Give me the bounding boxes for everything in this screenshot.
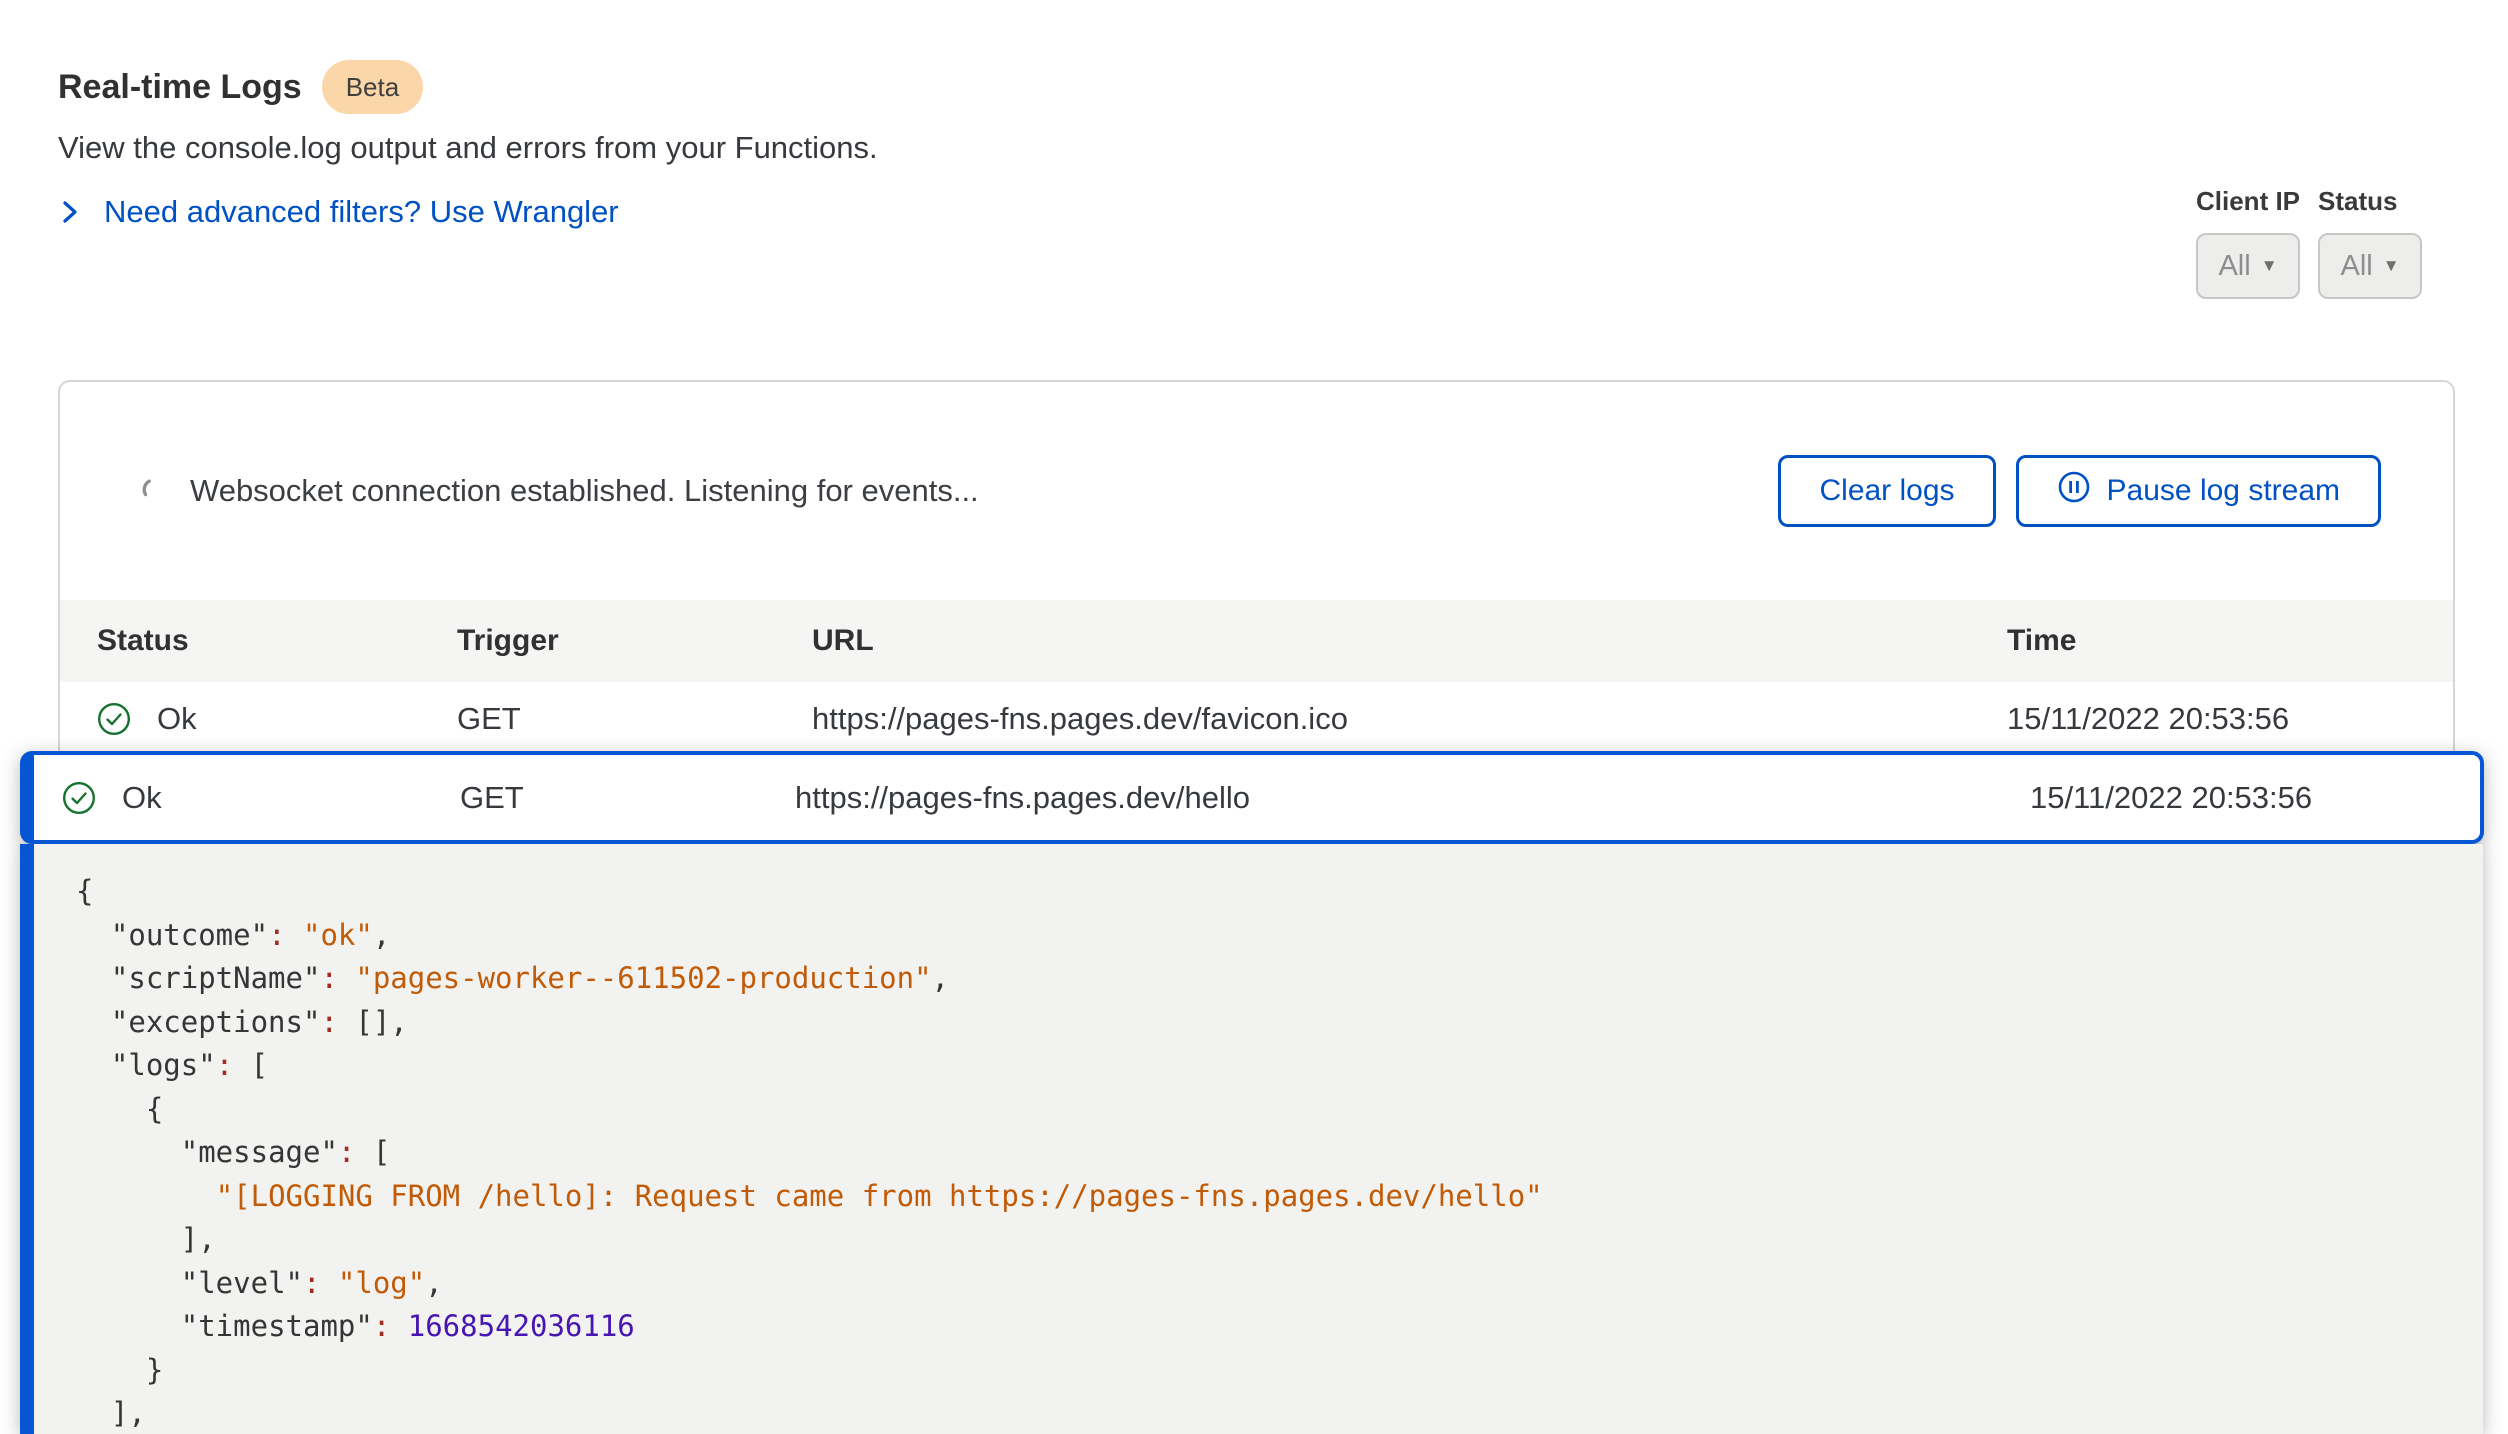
log-json: { "outcome": "ok", "scriptName": "pages-… [76,870,2483,1434]
clear-logs-label: Clear logs [1819,474,1954,508]
success-icon [62,781,96,815]
filters: Client IP All ▼ Status All ▼ [2196,186,2422,299]
page-description: View the console.log output and errors f… [58,130,878,166]
row-url: https://pages-fns.pages.dev/hello [795,780,2030,816]
log-json-panel: { "outcome": "ok", "scriptName": "pages-… [20,844,2483,1434]
column-trigger: Trigger [457,624,812,658]
wrangler-link-label: Need advanced filters? Use Wrangler [104,194,619,230]
wrangler-link[interactable]: Need advanced filters? Use Wrangler [58,194,619,230]
websocket-status: Websocket connection established. Listen… [190,473,979,509]
page-title: Real-time Logs [58,68,302,107]
column-url: URL [812,624,2007,658]
row-trigger: GET [457,701,812,737]
expanded-log-row[interactable]: Ok GET https://pages-fns.pages.dev/hello… [20,751,2484,844]
table-row[interactable]: Ok GET https://pages-fns.pages.dev/favic… [60,682,2453,756]
status-select[interactable]: All ▼ [2318,233,2422,299]
client-ip-label: Client IP [2196,186,2300,217]
row-time: 15/11/2022 20:53:56 [2030,780,2450,816]
page-header: Real-time Logs Beta [58,60,423,114]
status-value: All [2340,250,2372,283]
pause-log-stream-button[interactable]: Pause log stream [2016,455,2381,527]
pause-icon [2057,470,2091,512]
logs-toolbar: Websocket connection established. Listen… [60,382,2453,600]
status-label: Status [2318,186,2422,217]
client-ip-select[interactable]: All ▼ [2196,233,2300,299]
filter-status: Status All ▼ [2318,186,2422,299]
beta-badge: Beta [322,60,424,114]
table-header: Status Trigger URL Time [60,600,2453,682]
chevron-right-icon [58,197,82,227]
row-status: Ok [122,780,162,816]
clear-logs-button[interactable]: Clear logs [1778,455,1995,527]
row-time: 15/11/2022 20:53:56 [2007,701,2423,737]
pause-log-stream-label: Pause log stream [2107,474,2340,508]
spinner-icon [140,475,168,508]
filter-client-ip: Client IP All ▼ [2196,186,2300,299]
column-status: Status [97,624,457,658]
caret-down-icon: ▼ [2261,256,2278,276]
caret-down-icon: ▼ [2383,256,2400,276]
row-status: Ok [157,701,197,737]
row-url: https://pages-fns.pages.dev/favicon.ico [812,701,2007,737]
row-trigger: GET [460,780,795,816]
success-icon [97,702,131,736]
expanded-log-entry: Ok GET https://pages-fns.pages.dev/hello… [20,751,2484,1434]
client-ip-value: All [2218,250,2250,283]
column-time: Time [2007,624,2423,658]
